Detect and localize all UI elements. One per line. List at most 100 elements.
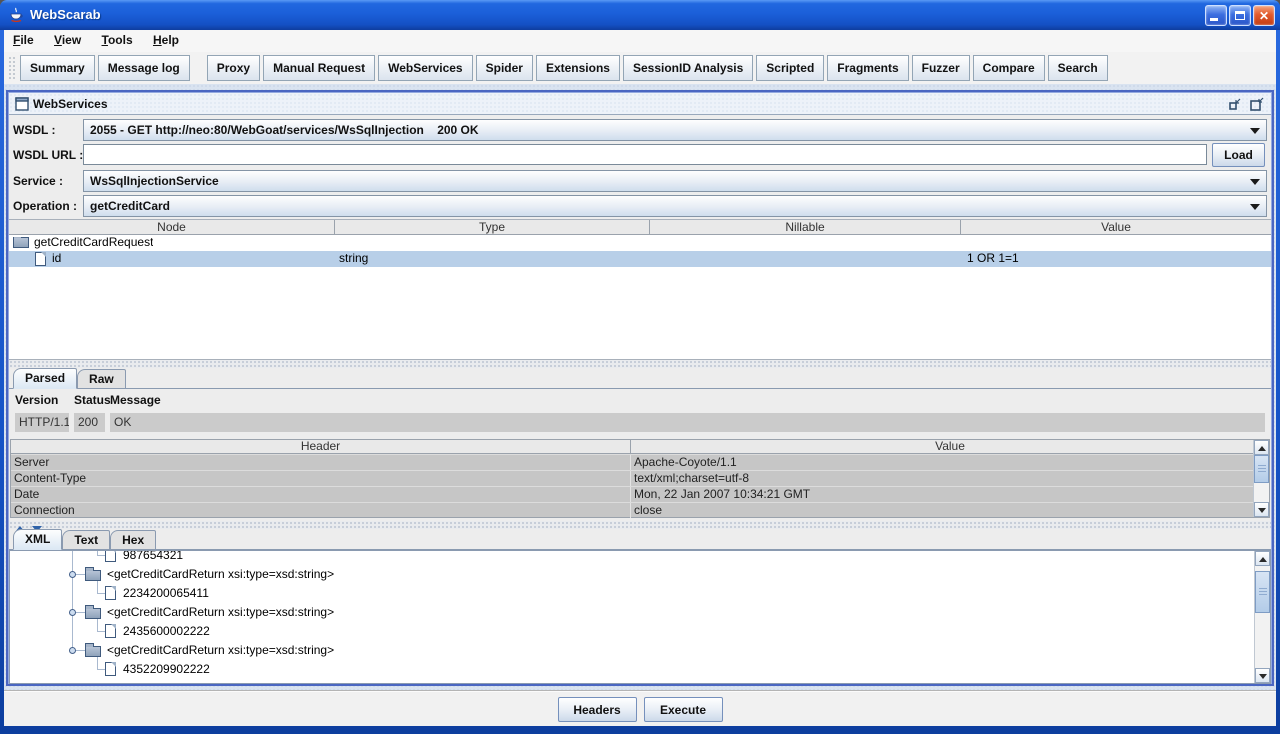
maximize-button[interactable]: [1229, 5, 1251, 26]
parameters-table-header: Node Type Nillable Value: [9, 220, 1271, 235]
wsdl-combobox[interactable]: 2055 - GET http://neo:80/WebGoat/service…: [83, 119, 1267, 141]
chevron-down-icon: [1250, 204, 1260, 210]
message-label: Message: [110, 393, 161, 407]
toolbar-sessionid-analysis[interactable]: SessionID Analysis: [623, 55, 753, 81]
xml-tree: 987654321 <getCreditCardReturn xsi:type=…: [11, 551, 1253, 682]
tab-raw[interactable]: Raw: [77, 369, 126, 389]
internal-frame-icon: [15, 97, 29, 111]
table-row[interactable]: Connection close: [11, 502, 1269, 518]
tree-leaf-row[interactable]: 4352209902222: [11, 660, 1253, 679]
minimize-button[interactable]: [1205, 5, 1227, 26]
menu-help[interactable]: Help: [145, 30, 187, 52]
operation-combobox[interactable]: getCreditCard: [83, 195, 1267, 217]
split-divider[interactable]: [9, 521, 1271, 529]
vertical-scrollbar[interactable]: [1254, 551, 1270, 683]
toolbar-drag-handle-icon[interactable]: [8, 56, 17, 81]
response-tabs: Parsed Raw: [9, 368, 1271, 389]
folder-icon: [85, 570, 101, 581]
vertical-scrollbar[interactable]: [1253, 440, 1269, 517]
service-selected-value: WsSqlInjectionService: [90, 171, 1244, 191]
internal-frame-minimize-button[interactable]: [1227, 96, 1243, 112]
header-name: Content-Type: [11, 471, 631, 486]
param-node-name: getCreditCardRequest: [34, 235, 153, 250]
wsdl-url-label: WSDL URL :: [13, 148, 83, 162]
toolbar-scripted[interactable]: Scripted: [756, 55, 824, 81]
tree-leaf-row[interactable]: 2435600002222: [11, 622, 1253, 641]
wsdl-url-input[interactable]: [83, 144, 1207, 165]
headers-table-header: Header Value: [11, 440, 1269, 454]
table-row[interactable]: getCreditCardRequest: [9, 235, 1271, 251]
table-row[interactable]: Date Mon, 22 Jan 2007 10:34:21 GMT: [11, 486, 1269, 502]
expand-handle-icon[interactable]: [69, 647, 76, 654]
toolbar-summary[interactable]: Summary: [20, 55, 95, 81]
toolbar-fragments[interactable]: Fragments: [827, 55, 908, 81]
desktop-pane: WebServices WSDL : 2055 - GET http://neo: [4, 84, 1276, 690]
folder-icon: [13, 237, 29, 248]
service-combobox[interactable]: WsSqlInjectionService: [83, 170, 1267, 192]
tree-leaf-row[interactable]: 987654321: [11, 551, 1253, 565]
toolbar-spider[interactable]: Spider: [476, 55, 533, 81]
menu-file[interactable]: File: [5, 30, 42, 52]
java-cup-icon: [8, 7, 24, 23]
expand-handle-icon[interactable]: [69, 609, 76, 616]
tree-node-row[interactable]: <getCreditCardReturn xsi:type=xsd:string…: [11, 641, 1253, 660]
headers-button[interactable]: Headers: [558, 697, 637, 722]
tree-node-row[interactable]: <getCreditCardReturn xsi:type=xsd:string…: [11, 603, 1253, 622]
table-row-selected[interactable]: id string 1 OR 1=1: [9, 251, 1271, 267]
internal-frame-titlebar[interactable]: WebServices: [9, 93, 1271, 115]
column-header-type[interactable]: Type: [335, 220, 650, 234]
split-divider[interactable]: [9, 360, 1271, 368]
expand-handle-icon[interactable]: [69, 571, 76, 578]
window-titlebar[interactable]: WebScarab ✕: [0, 0, 1280, 30]
header-name: Connection: [11, 503, 631, 518]
tree-element: <getCreditCardReturn xsi:type=xsd:string…: [107, 565, 334, 584]
scroll-thumb[interactable]: [1255, 571, 1270, 613]
document-icon: [105, 551, 116, 562]
tab-hex[interactable]: Hex: [110, 530, 156, 550]
load-button[interactable]: Load: [1212, 143, 1265, 167]
toolbar-search[interactable]: Search: [1048, 55, 1108, 81]
tab-xml[interactable]: XML: [13, 529, 62, 550]
table-row[interactable]: Server Apache-Coyote/1.1: [11, 454, 1269, 470]
scroll-thumb[interactable]: [1254, 455, 1269, 483]
response-headers-table: Header Value Server Apache-Coyote/1.1 Co…: [10, 439, 1270, 518]
folder-icon: [85, 608, 101, 619]
toolbar-webservices[interactable]: WebServices: [378, 55, 473, 81]
tree-leaf-row[interactable]: 2234200065411: [11, 584, 1253, 603]
column-header-header[interactable]: Header: [11, 440, 631, 453]
toolbar-extensions[interactable]: Extensions: [536, 55, 620, 81]
scroll-up-button[interactable]: [1254, 440, 1269, 455]
wsdl-selected-value: 2055 - GET http://neo:80/WebGoat/service…: [90, 120, 1244, 140]
param-value: 1 OR 1=1: [967, 251, 1019, 266]
toolbar-manual-request[interactable]: Manual Request: [263, 55, 375, 81]
menu-tools[interactable]: Tools: [94, 30, 141, 52]
column-header-node[interactable]: Node: [9, 220, 335, 234]
scroll-down-button[interactable]: [1254, 502, 1269, 517]
column-header-value[interactable]: Value: [961, 220, 1271, 234]
tree-node-row[interactable]: <getCreditCardReturn xsi:type=xsd:string…: [11, 565, 1253, 584]
scroll-down-button[interactable]: [1255, 668, 1270, 683]
tab-text[interactable]: Text: [62, 530, 110, 550]
operation-label: Operation :: [13, 199, 77, 213]
header-value: close: [631, 503, 1269, 518]
menu-view[interactable]: View: [46, 30, 89, 52]
toolbar-message-log[interactable]: Message log: [98, 55, 190, 81]
status-label: Status: [74, 393, 111, 407]
table-row[interactable]: Content-Type text/xml;charset=utf-8: [11, 470, 1269, 486]
header-value: Apache-Coyote/1.1: [631, 455, 1269, 470]
internal-frame-restore-button[interactable]: [1249, 96, 1265, 112]
close-button[interactable]: ✕: [1253, 5, 1275, 26]
chevron-down-icon: [1250, 179, 1260, 185]
column-header-nillable[interactable]: Nillable: [650, 220, 961, 234]
execute-button[interactable]: Execute: [644, 697, 723, 722]
toolbar-proxy[interactable]: Proxy: [207, 55, 260, 81]
scroll-up-button[interactable]: [1255, 551, 1270, 566]
tab-parsed[interactable]: Parsed: [13, 368, 77, 389]
toolbar-fuzzer[interactable]: Fuzzer: [912, 55, 970, 81]
status-value: 200: [74, 413, 105, 432]
tree-element: <getCreditCardReturn xsi:type=xsd:string…: [107, 603, 334, 622]
parameters-table: Node Type Nillable Value getCreditCardRe…: [9, 219, 1271, 360]
toolbar-compare[interactable]: Compare: [973, 55, 1045, 81]
column-header-value[interactable]: Value: [631, 440, 1269, 453]
parsed-response-panel: Version Status Message HTTP/1.1 200 OK H…: [9, 389, 1271, 521]
